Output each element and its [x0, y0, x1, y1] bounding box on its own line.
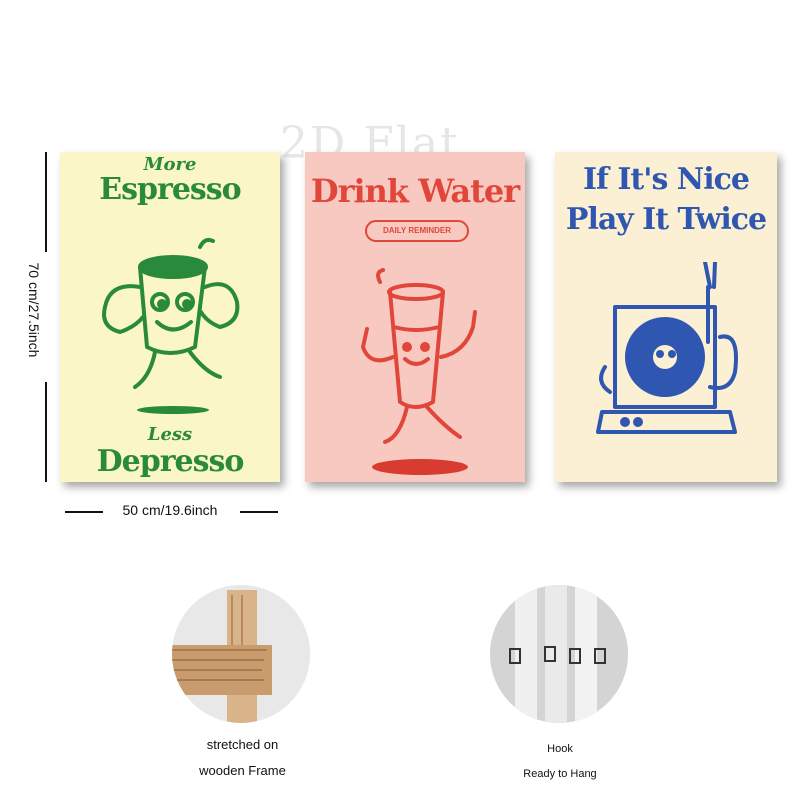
hook-illustration	[490, 585, 628, 723]
hook-caption: Hook Ready to Hang	[500, 736, 620, 786]
record-player-character-illustration	[596, 262, 738, 434]
width-dimension: 50 cm/19.6inch	[60, 500, 280, 522]
width-label: 50 cm/19.6inch	[122, 502, 218, 518]
hook-caption-line1: Hook	[547, 743, 573, 755]
poster-espresso-line4: Depresso	[96, 444, 245, 479]
wooden-frame-illustration	[172, 585, 310, 723]
hook-caption-line2: Ready to Hang	[523, 768, 597, 780]
wooden-frame-caption: stretched on wooden Frame	[170, 732, 315, 784]
width-line-left	[65, 511, 103, 513]
poster-espresso: More Espresso Less Depresso	[60, 152, 280, 482]
poster-play-it-twice-line1: If It's Nice	[583, 162, 750, 197]
poster-play-it-twice-line2: Play It Twice	[565, 202, 767, 237]
height-label: 70 cm/27.5inch	[26, 262, 42, 358]
water-glass-character-illustration	[361, 268, 477, 475]
poster-drink-water-subtitle-badge: DAILY REMINDER	[365, 220, 469, 242]
poster-play-it-twice: If It's Nice Play It Twice	[555, 152, 777, 482]
height-line-bottom	[45, 382, 47, 482]
poster-espresso-line3: Less	[147, 424, 193, 445]
height-line-top	[45, 152, 47, 252]
wooden-frame-caption-line1: stretched on	[206, 737, 279, 752]
hook-photo	[490, 585, 628, 723]
poster-drink-water: Drink Water DAILY REMINDER	[305, 152, 525, 482]
poster-drink-water-subtitle: DAILY REMINDER	[382, 226, 451, 235]
width-line-right	[240, 511, 278, 513]
height-dimension: 70 cm/27.5inch	[14, 152, 54, 482]
wooden-frame-photo	[172, 585, 310, 723]
coffee-mug-character-illustration	[102, 237, 240, 414]
poster-espresso-line2: Espresso	[99, 172, 241, 207]
wooden-frame-caption-line2: wooden Frame	[199, 763, 286, 778]
poster-drink-water-title: Drink Water	[310, 172, 520, 210]
